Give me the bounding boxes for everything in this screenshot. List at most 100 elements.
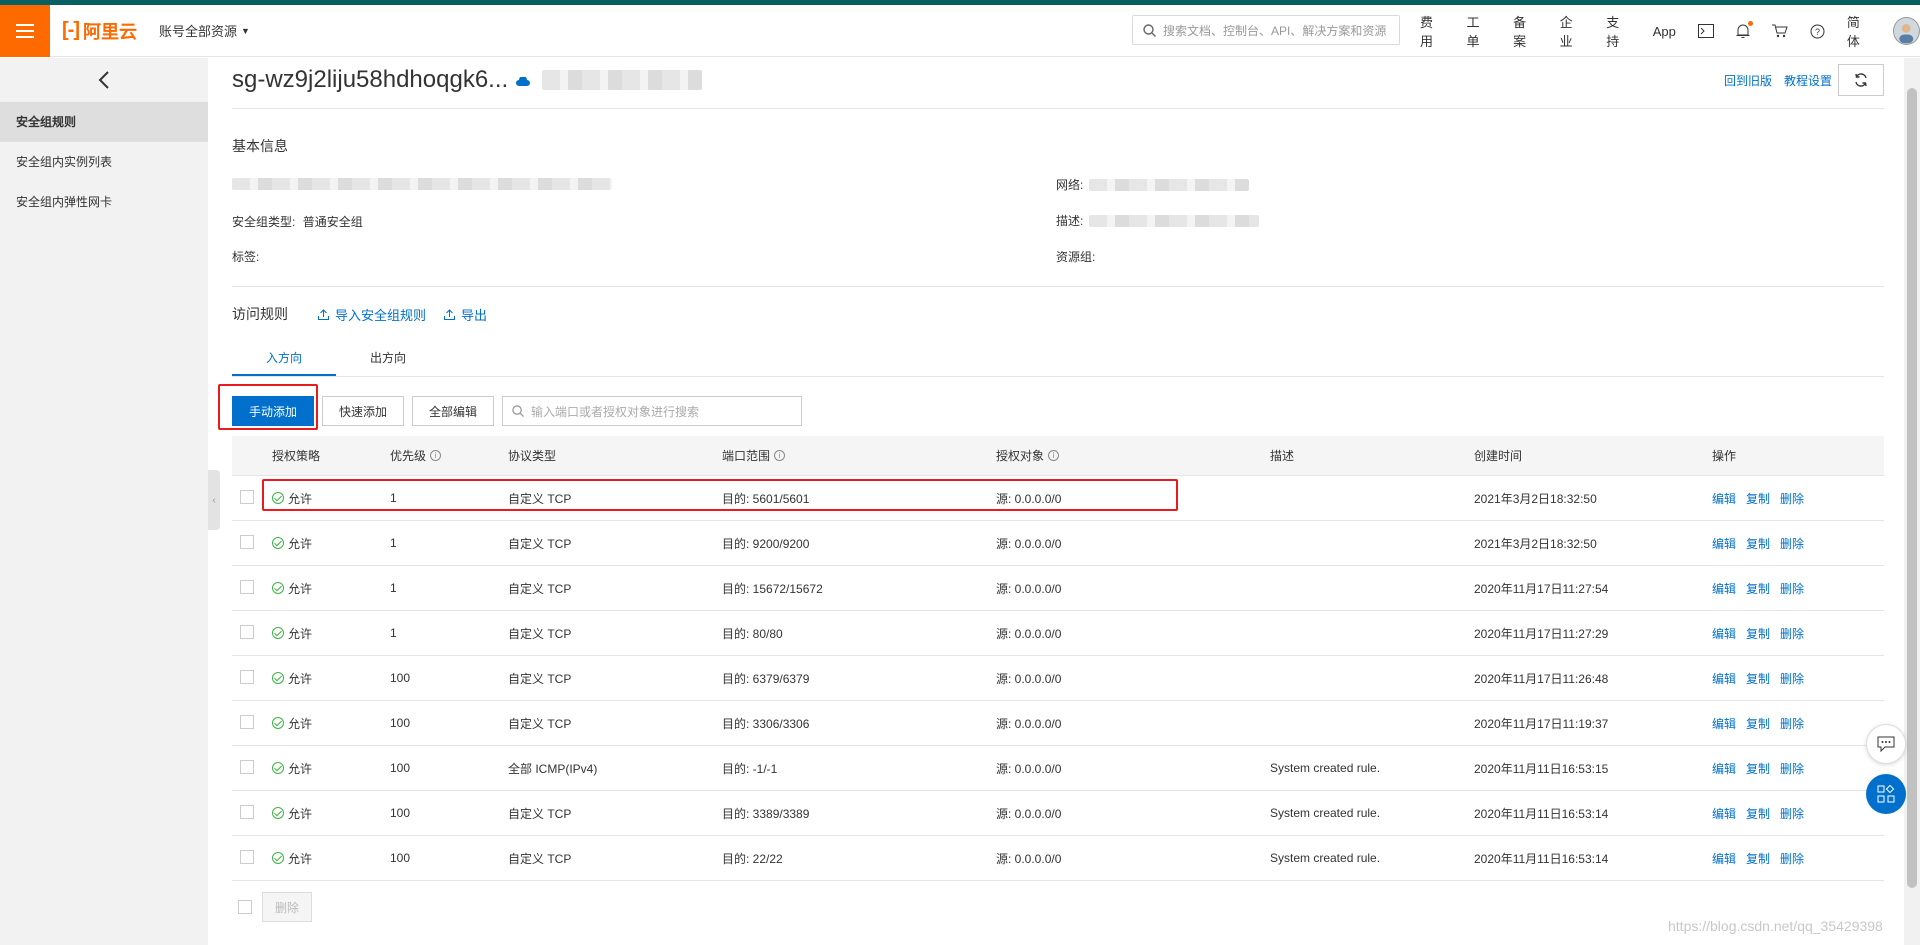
tab-outbound[interactable]: 出方向 — [336, 341, 440, 376]
delete-rule-link[interactable]: 删除 — [1780, 805, 1804, 822]
sidebar-item-rules[interactable]: 安全组规则 — [0, 102, 208, 142]
account-resource-selector[interactable]: 账号全部资源 ▼ — [159, 21, 250, 40]
tutorial-settings-link[interactable]: 教程设置 — [1784, 72, 1832, 89]
edit-rule-link[interactable]: 编辑 — [1712, 670, 1736, 687]
col-description: 描述 — [1270, 449, 1295, 463]
row-checkbox[interactable] — [240, 669, 254, 684]
edit-all-button[interactable]: 全部编辑 — [412, 396, 495, 426]
top-nav-right: 费用 工单 备案 企业 支持 App ? 简体 — [1420, 5, 1920, 57]
quick-add-button[interactable]: 快速添加 — [322, 396, 405, 426]
row-checkbox[interactable] — [240, 489, 254, 504]
resource-group-label: 资源组: — [1056, 250, 1096, 264]
terminal-icon[interactable] — [1697, 24, 1714, 38]
chat-icon[interactable] — [1866, 724, 1906, 764]
sidebar-collapse-handle[interactable]: ‹ — [208, 470, 220, 530]
copy-rule-link[interactable]: 复制 — [1746, 535, 1770, 552]
delete-rule-link[interactable]: 删除 — [1780, 850, 1804, 867]
export-link[interactable]: 导出 — [444, 305, 487, 324]
row-checkbox[interactable] — [240, 759, 254, 774]
import-rules-link[interactable]: 导入安全组规则 — [318, 305, 426, 324]
sidebar-item-instances[interactable]: 安全组内实例列表 — [0, 142, 208, 182]
edit-rule-link[interactable]: 编辑 — [1712, 580, 1736, 597]
copy-rule-link[interactable]: 复制 — [1746, 490, 1770, 507]
page-title: sg-wz9j2liju58hdhoqgk6... — [232, 66, 703, 94]
language-switch[interactable]: 简体 — [1847, 12, 1872, 50]
divider — [232, 286, 1884, 287]
delete-rule-link[interactable]: 删除 — [1780, 715, 1804, 732]
row-created: 2020年11月17日11:27:29 — [1474, 626, 1609, 641]
nav-enterprise[interactable]: 企业 — [1560, 12, 1585, 50]
scrollbar-thumb[interactable] — [1907, 88, 1917, 888]
table-header: 授权策略 优先级 i 协议类型 端口范围 i 授权对象 i 描述 创建时间 操作 — [232, 436, 1884, 476]
row-checkbox[interactable] — [240, 624, 254, 639]
copy-rule-link[interactable]: 复制 — [1746, 580, 1770, 597]
delete-rule-link[interactable]: 删除 — [1780, 580, 1804, 597]
row-port: 目的: 9200/9200 — [722, 536, 810, 551]
caret-down-icon: ▼ — [241, 25, 250, 36]
scrollbar[interactable] — [1904, 58, 1920, 945]
allow-check-icon — [272, 762, 284, 774]
refresh-button[interactable] — [1838, 64, 1884, 96]
edit-rule-link[interactable]: 编辑 — [1712, 535, 1736, 552]
edit-rule-link[interactable]: 编辑 — [1712, 760, 1736, 777]
col-target: 授权对象 — [996, 449, 1045, 463]
copy-rule-link[interactable]: 复制 — [1746, 850, 1770, 867]
security-group-id: sg-wz9j2liju58hdhoqgk6... — [232, 66, 509, 93]
nav-icp[interactable]: 备案 — [1513, 12, 1538, 50]
info-icon[interactable]: i — [774, 450, 786, 461]
help-icon[interactable]: ? — [1810, 24, 1825, 39]
row-checkbox[interactable] — [240, 579, 254, 594]
edit-rule-link[interactable]: 编辑 — [1712, 490, 1736, 507]
allow-check-icon — [272, 627, 284, 639]
row-checkbox[interactable] — [240, 714, 254, 729]
row-target: 源: 0.0.0.0/0 — [996, 626, 1062, 641]
copy-rule-link[interactable]: 复制 — [1746, 625, 1770, 642]
table-row: 允许 1 自定义 TCP 目的: 80/80 源: 0.0.0.0/0 2020年11月1… — [232, 611, 1884, 656]
delete-rule-link[interactable]: 删除 — [1780, 625, 1804, 642]
manual-add-button[interactable]: 手动添加 — [232, 396, 315, 426]
info-icon[interactable]: i — [1048, 450, 1060, 461]
nav-support[interactable]: 支持 — [1606, 12, 1631, 50]
avatar[interactable] — [1893, 17, 1920, 45]
info-icon[interactable]: i — [430, 450, 442, 461]
delete-rule-link[interactable]: 删除 — [1780, 760, 1804, 777]
menu-icon[interactable] — [0, 4, 50, 57]
delete-rule-link[interactable]: 删除 — [1780, 670, 1804, 687]
rule-search-input[interactable]: 输入端口或者授权对象进行搜索 — [502, 396, 803, 426]
copy-rule-link[interactable]: 复制 — [1746, 760, 1770, 777]
sidebar-item-eni[interactable]: 安全组内弹性网卡 — [0, 182, 208, 222]
delete-rule-link[interactable]: 删除 — [1780, 535, 1804, 552]
nav-app[interactable]: App — [1653, 24, 1676, 39]
select-all-checkbox[interactable] — [238, 900, 252, 914]
aliyun-logo[interactable]: [-] 阿里云 — [62, 18, 137, 44]
copy-rule-link[interactable]: 复制 — [1746, 805, 1770, 822]
back-arrow-icon[interactable] — [0, 58, 208, 102]
tab-inbound[interactable]: 入方向 — [232, 341, 336, 376]
cart-icon[interactable] — [1771, 24, 1788, 38]
copy-rule-link[interactable]: 复制 — [1746, 670, 1770, 687]
copy-rule-link[interactable]: 复制 — [1746, 715, 1770, 732]
edit-rule-link[interactable]: 编辑 — [1712, 850, 1736, 867]
row-checkbox[interactable] — [240, 849, 254, 864]
edit-rule-link[interactable]: 编辑 — [1712, 805, 1736, 822]
logo-text: 阿里云 — [82, 21, 137, 42]
row-target: 源: 0.0.0.0/0 — [996, 851, 1062, 866]
bell-icon[interactable] — [1736, 21, 1753, 39]
global-search-input[interactable]: 搜索文档、控制台、API、解决方案和资源 — [1132, 15, 1400, 45]
delete-rule-link[interactable]: 删除 — [1780, 490, 1804, 507]
bulk-delete-button[interactable]: 删除 — [262, 892, 313, 922]
edit-rule-link[interactable]: 编辑 — [1712, 625, 1736, 642]
upload-icon — [318, 308, 329, 320]
back-to-old-link[interactable]: 回到旧版 — [1724, 72, 1772, 89]
row-port: 目的: 15672/15672 — [722, 581, 823, 596]
nav-billing[interactable]: 费用 — [1420, 12, 1445, 50]
table-body: 允许 1 自定义 TCP 目的: 5601/5601 源: 0.0.0.0/0 2021年… — [232, 476, 1884, 881]
apps-icon[interactable] — [1866, 774, 1906, 814]
nav-ticket[interactable]: 工单 — [1467, 12, 1492, 50]
row-checkbox[interactable] — [240, 804, 254, 819]
row-target: 源: 0.0.0.0/0 — [996, 761, 1062, 776]
row-priority: 100 — [390, 851, 411, 865]
row-checkbox[interactable] — [240, 534, 254, 549]
edit-rule-link[interactable]: 编辑 — [1712, 715, 1736, 732]
row-protocol: 自定义 TCP — [508, 716, 572, 731]
